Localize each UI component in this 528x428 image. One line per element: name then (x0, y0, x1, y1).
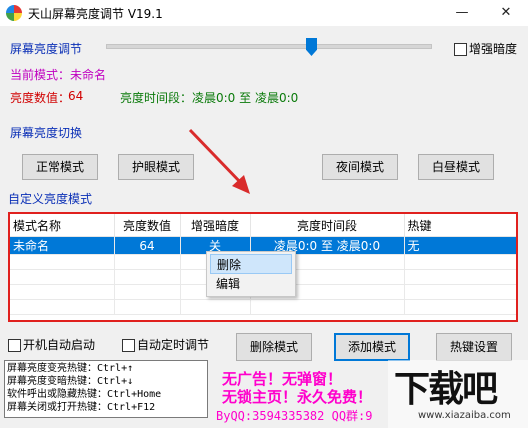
normal-mode-button[interactable]: 正常模式 (22, 154, 98, 180)
close-button[interactable]: ✕ (484, 0, 528, 26)
brightness-slider-track[interactable] (106, 44, 432, 49)
window-title: 天山屏幕亮度调节 V19.1 (28, 7, 163, 21)
title-bar: 天山屏幕亮度调节 V19.1 — ✕ (0, 0, 528, 26)
empty-row (10, 299, 516, 315)
column-header-enhance[interactable]: 增强暗度 (180, 214, 251, 237)
custom-section-label: 自定义亮度模式 (8, 192, 93, 206)
delete-mode-button[interactable]: 删除模式 (236, 333, 312, 361)
night-mode-button[interactable]: 夜间模式 (322, 154, 398, 180)
auto-timer-checkbox[interactable] (122, 339, 135, 352)
watermark-url: www.xiazaiba.com (418, 410, 511, 421)
watermark-logo: 下载吧 (394, 369, 498, 410)
column-header-brightness[interactable]: 亮度数值 (114, 214, 181, 237)
autostart-checkbox[interactable] (8, 339, 21, 352)
hotkey-settings-button[interactable]: 热键设置 (436, 333, 512, 361)
context-delete-item[interactable]: 删除 (210, 254, 292, 274)
cell-hotkey: 无 (404, 236, 516, 255)
column-header-period[interactable]: 亮度时间段 (250, 214, 405, 237)
add-mode-button[interactable]: 添加模式 (334, 333, 410, 361)
autostart-label: 开机自动启动 (23, 338, 96, 352)
hotkey-info-box: 屏幕亮度变亮热键：Ctrl+↑ 屏幕亮度变暗热键：Ctrl+↓ 软件呼出或隐藏热… (4, 360, 208, 418)
brightness-value: 64 (68, 89, 84, 103)
promo-line-2: 无锁主页！永久免费！ (222, 388, 373, 406)
cell-brightness: 64 (114, 236, 181, 255)
enhance-dark-label: 增强暗度 (469, 42, 518, 56)
context-edit-item[interactable]: 编辑 (210, 274, 292, 294)
current-mode-text: 当前模式：未命名 (10, 68, 107, 82)
context-menu: 删除 编辑 (206, 251, 296, 297)
watermark: 下载吧 www.xiazaiba.com (388, 360, 528, 428)
column-header-name[interactable]: 模式名称 (10, 214, 115, 237)
brightness-value-label: 亮度数值： (10, 91, 71, 105)
column-header-hotkey[interactable]: 热键 (404, 214, 516, 237)
arrow-shaft (188, 128, 244, 186)
brightness-slider-thumb[interactable] (306, 38, 317, 56)
annotation-arrow (188, 128, 250, 194)
enhance-dark-checkbox[interactable] (454, 43, 467, 56)
switch-section-label: 屏幕亮度切换 (10, 126, 83, 140)
cell-name: 未命名 (10, 236, 115, 255)
auto-timer-label: 自动定时调节 (137, 338, 210, 352)
day-mode-button[interactable]: 白昼模式 (418, 154, 494, 180)
brightness-label: 屏幕亮度调节 (10, 42, 83, 56)
qq-contact-text: ByQQ:3594335382 QQ群:9 (216, 409, 373, 423)
brightness-period-text: 亮度时间段：凌晨0:0 至 凌晨0:0 (120, 91, 299, 105)
minimize-button[interactable]: — (440, 0, 484, 26)
app-icon (6, 5, 22, 21)
